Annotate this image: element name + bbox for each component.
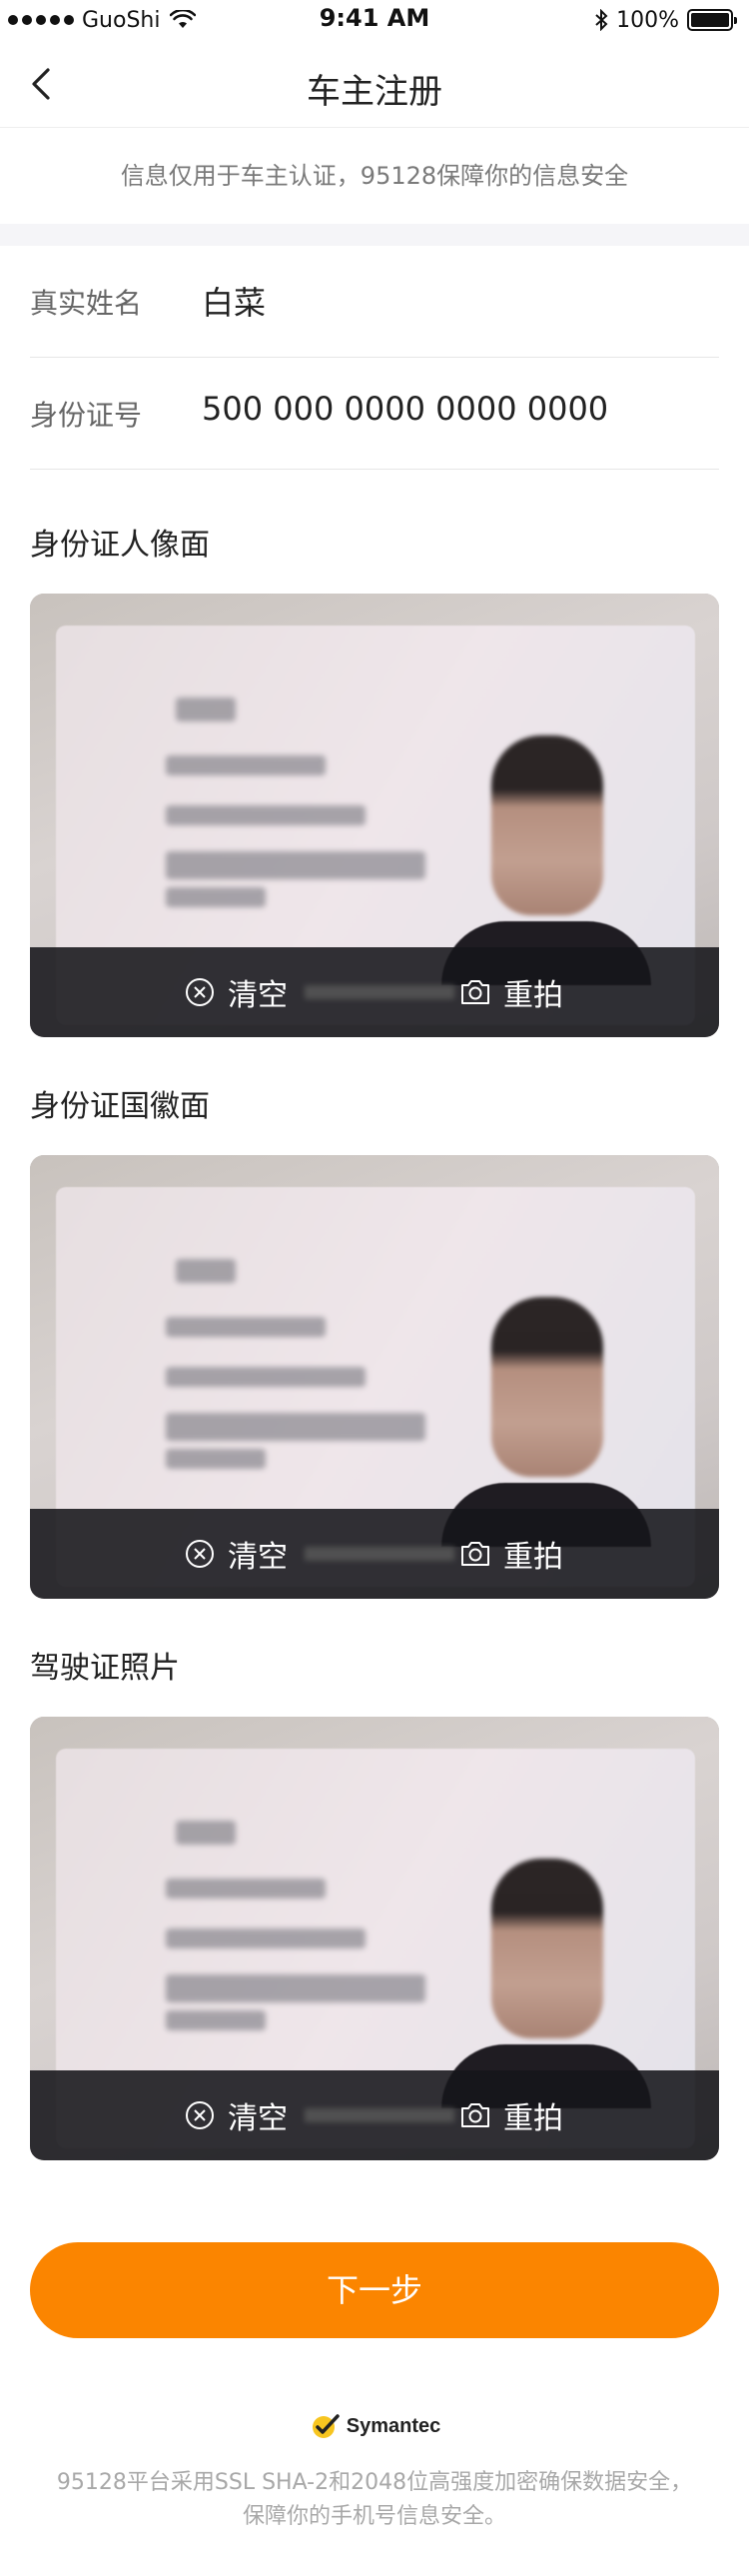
id-row[interactable]: 身份证号 500 000 0000 0000 0000: [30, 358, 719, 470]
bluetooth-icon: [595, 9, 608, 31]
symantec-badge: Symantec: [0, 2410, 749, 2442]
id-label: 身份证号: [30, 399, 143, 432]
name-row[interactable]: 真实姓名 白菜: [30, 246, 719, 358]
clear-label: 清空: [228, 2101, 288, 2136]
page-title: 车主注册: [307, 72, 442, 112]
next-step-button[interactable]: 下一步: [30, 2242, 719, 2338]
footer-security-line-2: 保障你的手机号信息安全。: [242, 2504, 506, 2529]
camera-icon: [461, 2103, 489, 2127]
retake-button[interactable]: 重拍: [459, 947, 563, 1037]
section-divider: [0, 224, 749, 246]
photo-action-bar: 清空 重拍: [30, 2070, 719, 2160]
photo-card-driver-license[interactable]: 清空 重拍: [30, 1717, 719, 2160]
privacy-notice: 信息仅用于车主认证，95128保障你的信息安全: [0, 128, 749, 224]
section-title-id-back: 身份证国徽面: [30, 1089, 210, 1124]
retake-label: 重拍: [503, 1540, 563, 1575]
photo-card-id-back[interactable]: 清空 重拍: [30, 1155, 719, 1599]
battery-percentage: 100%: [616, 7, 679, 33]
clear-label: 清空: [228, 978, 288, 1013]
battery-icon: [687, 9, 737, 31]
section-title-driver-license: 驾驶证照片: [30, 1651, 180, 1686]
clear-button[interactable]: 清空: [184, 2070, 288, 2160]
retake-label: 重拍: [503, 2101, 563, 2136]
camera-icon: [461, 980, 489, 1004]
status-bar-right: 100%: [594, 6, 737, 34]
clear-circle-icon: [186, 1540, 214, 1568]
status-bar: GuoShi 9:41 AM 100%: [0, 0, 749, 40]
clear-circle-icon: [186, 978, 214, 1006]
symantec-check-icon: [312, 2414, 340, 2438]
photo-card-id-front[interactable]: 清空 重拍: [30, 594, 719, 1037]
clear-button[interactable]: 清空: [184, 947, 288, 1037]
photo-action-bar: 清空 重拍: [30, 947, 719, 1037]
camera-icon: [461, 1542, 489, 1566]
symantec-brand: Symantec: [346, 2414, 441, 2437]
name-label: 真实姓名: [30, 287, 143, 320]
id-number-field[interactable]: 500 000 0000 0000 0000: [202, 390, 608, 428]
clear-circle-icon: [186, 2101, 214, 2129]
retake-button[interactable]: 重拍: [459, 2070, 563, 2160]
nav-bar: 车主注册: [0, 40, 749, 128]
photo-action-bar: 清空 重拍: [30, 1509, 719, 1599]
retake-button[interactable]: 重拍: [459, 1509, 563, 1599]
retake-label: 重拍: [503, 978, 563, 1013]
section-title-id-front: 身份证人像面: [30, 528, 210, 563]
name-field[interactable]: 白菜: [202, 278, 266, 324]
footer-security-line-1: 95128平台采用SSL SHA-2和2048位高强度加密确保数据安全，: [56, 2470, 693, 2495]
clear-button[interactable]: 清空: [184, 1509, 288, 1599]
clear-label: 清空: [228, 1540, 288, 1575]
